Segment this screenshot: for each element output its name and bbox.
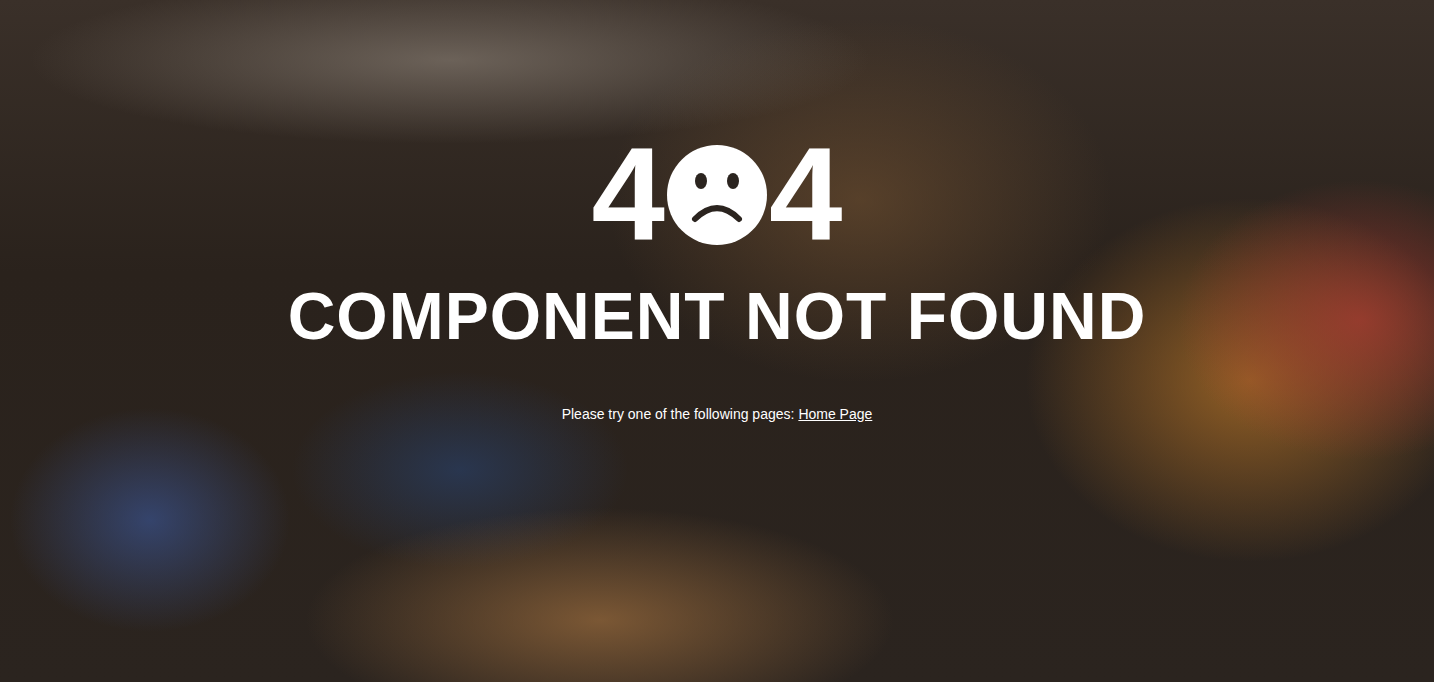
- code-digit: 4: [592, 128, 665, 260]
- error-message: Please try one of the following pages:Ho…: [562, 405, 873, 423]
- error-page: 44 COMPONENT NOT FOUND Please try one of t…: [0, 0, 1434, 682]
- code-digit: 4: [769, 128, 842, 260]
- error-title: COMPONENT NOT FOUND: [288, 280, 1147, 353]
- error-code: 44: [592, 128, 843, 260]
- sad-face-icon: [667, 145, 767, 245]
- page-link[interactable]: Home Page: [798, 405, 872, 423]
